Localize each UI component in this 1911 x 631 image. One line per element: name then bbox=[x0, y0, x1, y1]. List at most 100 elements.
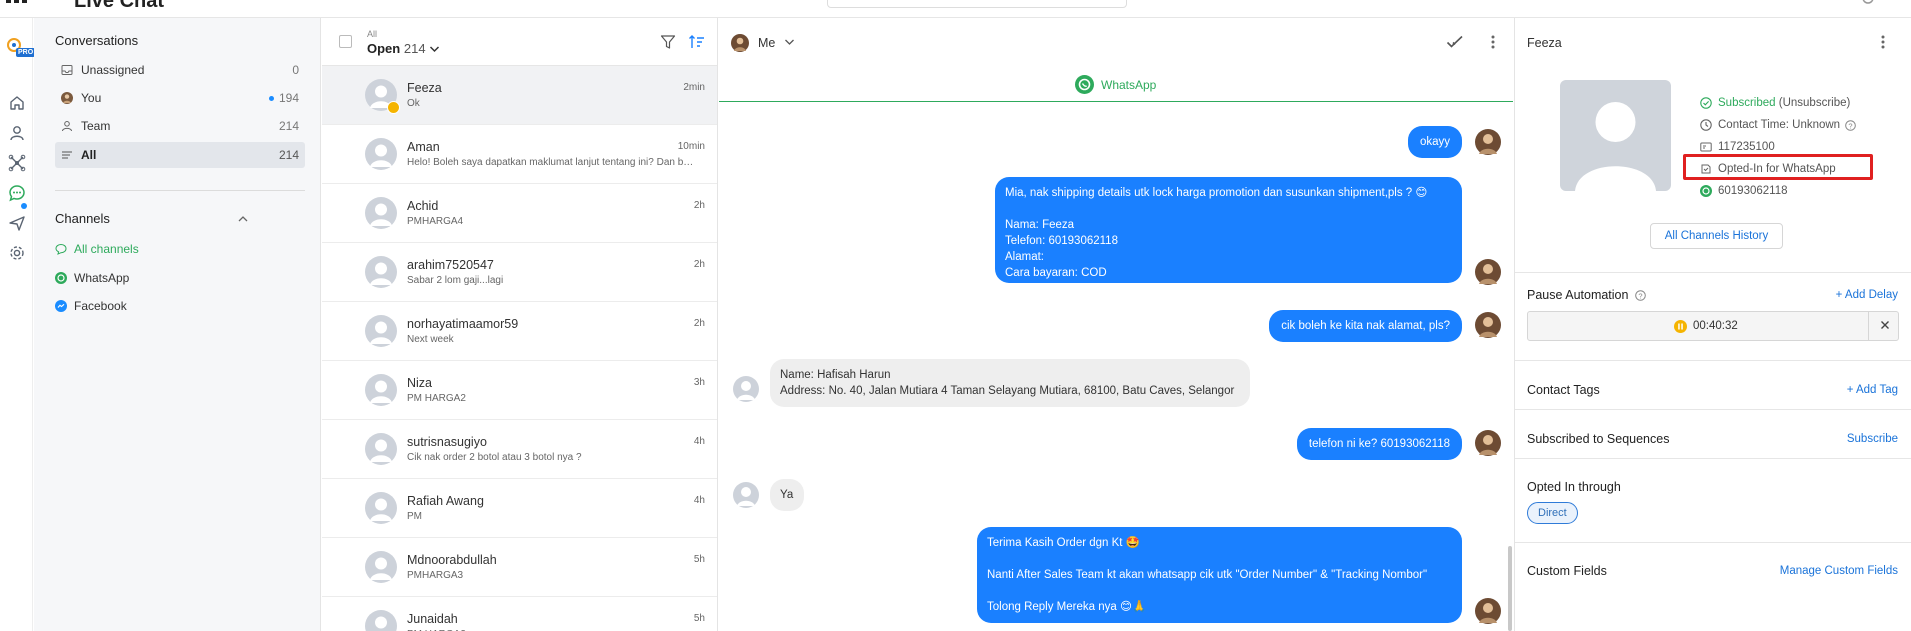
avatar bbox=[365, 197, 397, 229]
list-header: All Open 214 bbox=[322, 18, 717, 66]
collapse-chevron-icon[interactable] bbox=[237, 214, 249, 224]
close-conversation-check-icon[interactable] bbox=[1446, 34, 1464, 50]
sidebar-item-label: Team bbox=[81, 119, 111, 133]
message-preview: Sabar 2 lom gaji...lagi bbox=[407, 275, 504, 286]
contact-name: Feeza bbox=[1527, 36, 1562, 50]
timestamp: 3h bbox=[693, 377, 705, 388]
list-icon bbox=[61, 149, 73, 161]
icon-rail: PRO bbox=[0, 18, 36, 631]
manage-custom-fields-link[interactable]: Manage Custom Fields bbox=[1780, 565, 1898, 577]
conversation-row[interactable]: norhayatimaamor59 Next week 2h bbox=[322, 302, 717, 361]
status-filter-dropdown[interactable]: Open 214 bbox=[367, 41, 426, 56]
avatar bbox=[365, 551, 397, 583]
settings-icon[interactable] bbox=[1860, 0, 1876, 6]
sidebar-item-label: Unassigned bbox=[81, 63, 145, 77]
broadcast-icon[interactable] bbox=[8, 214, 26, 232]
divider bbox=[1515, 272, 1911, 273]
filter-icon[interactable] bbox=[660, 34, 676, 50]
message-bubble-outgoing: telefon ni ke? 60193062118 bbox=[1296, 428, 1462, 460]
chat-scrollbar[interactable] bbox=[1508, 546, 1512, 631]
close-icon[interactable] bbox=[1879, 319, 1891, 331]
contact-phone: 60193062118 bbox=[1700, 183, 1788, 199]
more-options-icon[interactable] bbox=[1490, 34, 1496, 50]
conversation-row[interactable]: Mdnoorabdullah PMHARGA3 5h bbox=[322, 538, 717, 597]
select-all-checkbox[interactable] bbox=[339, 35, 352, 48]
unsubscribe-link[interactable]: (Unsubscribe) bbox=[1779, 97, 1851, 109]
contact-name: Achid bbox=[407, 199, 439, 213]
agent-avatar bbox=[1475, 430, 1501, 456]
message-preview: Helo! Boleh saya dapatkan maklumat lanju… bbox=[407, 157, 697, 168]
contacts-icon[interactable] bbox=[8, 124, 26, 142]
check-circle-icon bbox=[1700, 97, 1712, 109]
message-preview: PMHARGA3 bbox=[407, 570, 464, 581]
sidebar-item-unassigned[interactable]: Unassigned 0 bbox=[55, 57, 305, 83]
clock-icon bbox=[1700, 119, 1712, 131]
conversation-list: All Open 214 Feeza Ok 2min Aman Helo! Boleh … bbox=[322, 18, 718, 631]
home-icon[interactable] bbox=[8, 94, 26, 112]
contact-time: Contact Time: Unknown ? bbox=[1700, 117, 1856, 133]
top-bar: Live Chat bbox=[0, 0, 1911, 18]
channel-facebook[interactable]: Facebook bbox=[55, 295, 127, 317]
avatar bbox=[365, 433, 397, 465]
divider bbox=[1515, 542, 1911, 543]
conversation-row[interactable]: JunaidahPM HARGA35h bbox=[322, 597, 717, 631]
message-preview: PM HARGA2 bbox=[407, 393, 466, 404]
conversation-row[interactable]: sutrisnasugiyo Cik nak order 2 botol atau… bbox=[322, 420, 717, 479]
help-icon[interactable]: ? bbox=[1635, 290, 1646, 302]
conversation-row[interactable]: arahim7520547 Sabar 2 lom gaji...lagi 2h bbox=[322, 243, 717, 302]
message-preview: PMHARGA4 bbox=[407, 216, 464, 227]
contact-avatar bbox=[733, 376, 759, 402]
channel-indicator: WhatsApp bbox=[719, 66, 1513, 102]
message-bubble-outgoing: Mia, nak shipping details utk lock harga… bbox=[995, 177, 1462, 283]
contact-tags-heading: Contact Tags bbox=[1527, 383, 1600, 397]
contact-name: sutrisnasugiyo bbox=[407, 435, 487, 449]
conversation-row[interactable]: Feeza Ok 2min bbox=[322, 66, 717, 125]
paused-badge-icon bbox=[387, 101, 400, 114]
channel-all[interactable]: All channels bbox=[55, 238, 139, 260]
sidebar-item-count: 0 bbox=[292, 63, 299, 77]
whatsapp-icon bbox=[55, 272, 67, 284]
contact-name: Niza bbox=[407, 376, 433, 390]
sort-icon[interactable] bbox=[688, 33, 706, 51]
sidebar-item-all[interactable]: All 214 bbox=[55, 142, 305, 168]
automation-icon[interactable] bbox=[8, 154, 26, 172]
timestamp: 4h bbox=[693, 436, 705, 447]
menu-icon[interactable] bbox=[4, 0, 30, 4]
assignee-dropdown[interactable]: Me bbox=[758, 36, 775, 50]
sidebar-item-team[interactable]: Team 214 bbox=[55, 113, 305, 139]
contact-id: 117235100 bbox=[1700, 139, 1775, 155]
live-chat-icon[interactable] bbox=[8, 184, 26, 202]
subscribe-link[interactable]: Subscribe bbox=[1847, 433, 1898, 445]
timestamp: 2h bbox=[693, 200, 705, 211]
whatsapp-icon bbox=[1700, 185, 1712, 197]
sidebar-item-you[interactable]: You 194 bbox=[55, 85, 305, 111]
pause-icon bbox=[1674, 320, 1687, 333]
help-icon[interactable]: ? bbox=[1845, 119, 1856, 131]
conversation-row[interactable]: Aman Helo! Boleh saya dapatkan maklumat l… bbox=[322, 125, 717, 184]
message-preview: Cik nak order 2 botol atau 3 botol nya ? bbox=[407, 452, 582, 463]
conversation-row[interactable]: Achid PMHARGA4 2h bbox=[322, 184, 717, 243]
all-channels-history-button[interactable]: All Channels History bbox=[1650, 223, 1783, 249]
add-tag-link[interactable]: + Add Tag bbox=[1847, 384, 1898, 396]
global-search-input[interactable] bbox=[827, 0, 1127, 8]
settings-gear-icon[interactable] bbox=[8, 244, 26, 262]
avatar bbox=[365, 315, 397, 347]
chevron-down-icon[interactable] bbox=[784, 38, 795, 46]
chat-bubble-icon bbox=[55, 243, 67, 255]
conversation-row[interactable]: Rafiah Awang PM 4h bbox=[322, 479, 717, 538]
channel-whatsapp[interactable]: WhatsApp bbox=[55, 267, 129, 289]
divider bbox=[1515, 409, 1911, 410]
subscription-status: Subscribed (Unsubscribe) bbox=[1700, 95, 1850, 111]
sidebar-item-label: You bbox=[81, 91, 102, 105]
conversation-row[interactable]: Niza PM HARGA2 3h bbox=[322, 361, 717, 420]
timestamp: 5h bbox=[693, 613, 705, 624]
pause-timer-field[interactable]: 00:40:32 bbox=[1527, 311, 1899, 341]
chevron-down-icon[interactable] bbox=[429, 45, 440, 53]
message-preview: Ok bbox=[407, 98, 420, 109]
message-bubble-outgoing: Terima Kasih Order dgn Kt 🤩 Nanti After … bbox=[977, 527, 1462, 623]
contact-avatar bbox=[1560, 80, 1671, 191]
more-options-icon[interactable] bbox=[1880, 34, 1886, 50]
agent-avatar bbox=[1475, 129, 1501, 155]
sidebar-item-count: 214 bbox=[278, 119, 299, 133]
add-delay-link[interactable]: + Add Delay bbox=[1836, 289, 1898, 301]
